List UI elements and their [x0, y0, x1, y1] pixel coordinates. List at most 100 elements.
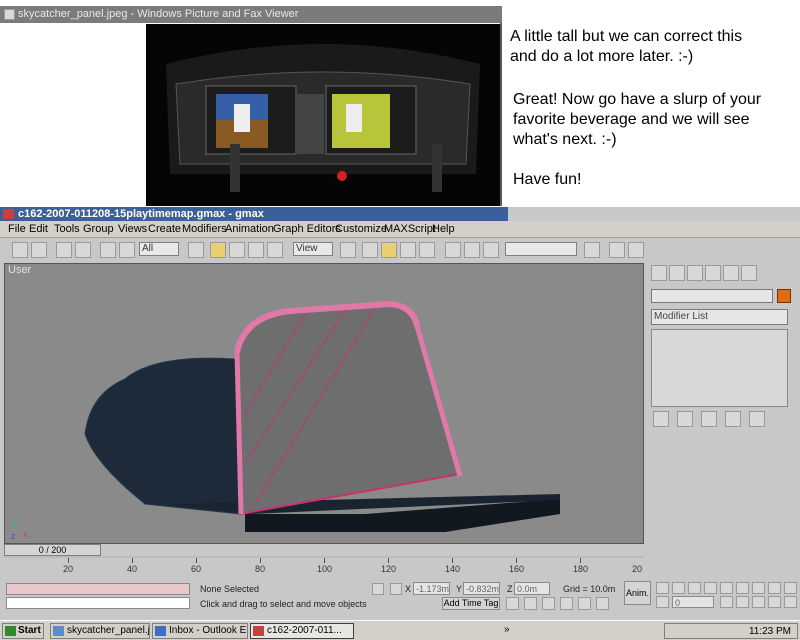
object-color-swatch[interactable] [777, 289, 791, 303]
task-picture-viewer[interactable]: skycatcher_panel.jp... [50, 623, 150, 639]
restrict-xy-icon[interactable] [419, 242, 435, 258]
move-icon[interactable] [210, 242, 226, 258]
gmax-title-bar[interactable]: c162-2007-011208-15playtimemap.gmax - gm… [0, 207, 508, 221]
zoom-all-icon[interactable] [752, 582, 765, 594]
menu-maxscript[interactable]: MAXScript [384, 222, 436, 236]
quick-launch-icons[interactable] [520, 624, 640, 638]
panel-face-mesh [235, 302, 462, 516]
utilities-tab-icon[interactable] [741, 265, 757, 281]
task-outlook-express[interactable]: Inbox - Outlook E... [152, 623, 248, 639]
viewer-title-bar[interactable]: skycatcher_panel.jpeg - Windows Picture … [0, 6, 502, 23]
rotate-icon[interactable] [229, 242, 245, 258]
time-slider[interactable]: 0 / 200 [4, 544, 101, 556]
absolute-mode-icon[interactable] [390, 583, 402, 595]
zoom-extents-icon[interactable] [768, 582, 781, 594]
selection-filter-dropdown[interactable]: All [139, 242, 179, 256]
spinner-snap-icon[interactable] [560, 597, 573, 610]
anim-button[interactable]: Anim. [624, 581, 651, 605]
tick-label: 140 [445, 564, 461, 574]
reference-coord-dropdown[interactable]: View [293, 242, 333, 256]
align-icon[interactable] [445, 242, 461, 258]
select-object-icon[interactable] [100, 242, 116, 258]
maximize-viewport-icon[interactable] [784, 596, 797, 608]
show-end-result-icon[interactable] [677, 411, 693, 427]
maxscript-output-field[interactable] [6, 597, 190, 609]
render-icon[interactable] [609, 242, 625, 258]
menu-customize[interactable]: Customize [335, 222, 387, 236]
angle-snap-icon[interactable] [524, 597, 537, 610]
menu-views[interactable]: Views [118, 222, 147, 236]
pin-stack-icon[interactable] [653, 411, 669, 427]
time-slider-label: 0 / 200 [38, 545, 67, 555]
modify-tab-icon[interactable] [669, 265, 685, 281]
play-icon[interactable] [688, 582, 701, 594]
quick-render-icon[interactable] [628, 242, 644, 258]
menu-animation[interactable]: Animation [225, 222, 274, 236]
start-button[interactable]: Start [2, 623, 44, 639]
key-mode-icon[interactable] [656, 596, 669, 608]
object-name-field[interactable] [651, 289, 773, 303]
show-more-chevron-icon[interactable]: » [504, 624, 510, 635]
arc-rotate-icon[interactable] [768, 596, 781, 608]
pan-icon[interactable] [752, 596, 765, 608]
zoom-extents-all-icon[interactable] [784, 582, 797, 594]
y-coord-field[interactable]: -0.832m [463, 582, 500, 595]
restrict-y-icon[interactable] [381, 242, 397, 258]
unlink-icon[interactable] [75, 242, 91, 258]
menu-group[interactable]: Group [83, 222, 114, 236]
mirror-snap-icon[interactable] [596, 597, 609, 610]
menu-help[interactable]: Help [432, 222, 455, 236]
snap-icon[interactable] [464, 242, 480, 258]
modifier-list-dropdown[interactable]: Modifier List [651, 309, 788, 325]
zoom-icon[interactable] [736, 582, 749, 594]
hierarchy-tab-icon[interactable] [687, 265, 703, 281]
remove-modifier-icon[interactable] [725, 411, 741, 427]
pivot-icon[interactable] [267, 242, 283, 258]
make-unique-icon[interactable] [701, 411, 717, 427]
menu-edit[interactable]: Edit [29, 222, 48, 236]
snap-toggle-icon[interactable] [506, 597, 519, 610]
field-of-view-icon[interactable] [736, 596, 749, 608]
track-bar[interactable]: 20 40 60 80 100 120 140 160 180 20 [4, 558, 644, 580]
menu-modifiers[interactable]: Modifiers [182, 222, 227, 236]
select-by-name-icon[interactable] [188, 242, 204, 258]
axis-tripod-x: x [23, 529, 28, 539]
time-config-icon[interactable] [720, 596, 733, 608]
selection-lock-icon[interactable] [372, 583, 384, 595]
menu-graph-editors[interactable]: Graph Editors [273, 222, 341, 236]
named-selection-dropdown[interactable] [505, 242, 577, 256]
menu-tools[interactable]: Tools [54, 222, 80, 236]
maxscript-listener-field[interactable] [6, 583, 190, 595]
restrict-x-icon[interactable] [362, 242, 378, 258]
add-time-tag-button[interactable]: Add Time Tag [442, 597, 500, 610]
edit-named-selection-icon[interactable] [578, 597, 591, 610]
configure-modifier-sets-icon[interactable] [749, 411, 765, 427]
z-coord-field[interactable]: 0.0m [514, 582, 550, 595]
user-viewport[interactable]: User y x z [4, 263, 644, 544]
task-gmax[interactable]: c162-2007-011... [250, 623, 354, 639]
time-slider-track[interactable]: 0 / 200 [4, 544, 644, 556]
restrict-z-icon[interactable] [400, 242, 416, 258]
named-selection-icon[interactable] [584, 242, 600, 258]
modifier-stack[interactable] [651, 329, 788, 407]
x-coord-field[interactable]: -1.173m [413, 582, 450, 595]
go-to-end-icon[interactable] [720, 582, 733, 594]
note-line: favorite beverage and we will see [513, 111, 750, 128]
scale-icon[interactable] [248, 242, 264, 258]
previous-frame-icon[interactable] [672, 582, 685, 594]
display-tab-icon[interactable] [723, 265, 739, 281]
select-link-icon[interactable] [56, 242, 72, 258]
menu-file[interactable]: File [8, 222, 26, 236]
region-select-icon[interactable] [119, 242, 135, 258]
redo-icon[interactable] [31, 242, 47, 258]
material-icon[interactable] [483, 242, 499, 258]
menu-create[interactable]: Create [148, 222, 181, 236]
undo-icon[interactable] [12, 242, 28, 258]
create-tab-icon[interactable] [651, 265, 667, 281]
percent-snap-icon[interactable] [542, 597, 555, 610]
mirror-icon[interactable] [340, 242, 356, 258]
go-to-start-icon[interactable] [656, 582, 669, 594]
motion-tab-icon[interactable] [705, 265, 721, 281]
current-frame-field[interactable]: 0 [672, 596, 714, 608]
next-frame-icon[interactable] [704, 582, 717, 594]
